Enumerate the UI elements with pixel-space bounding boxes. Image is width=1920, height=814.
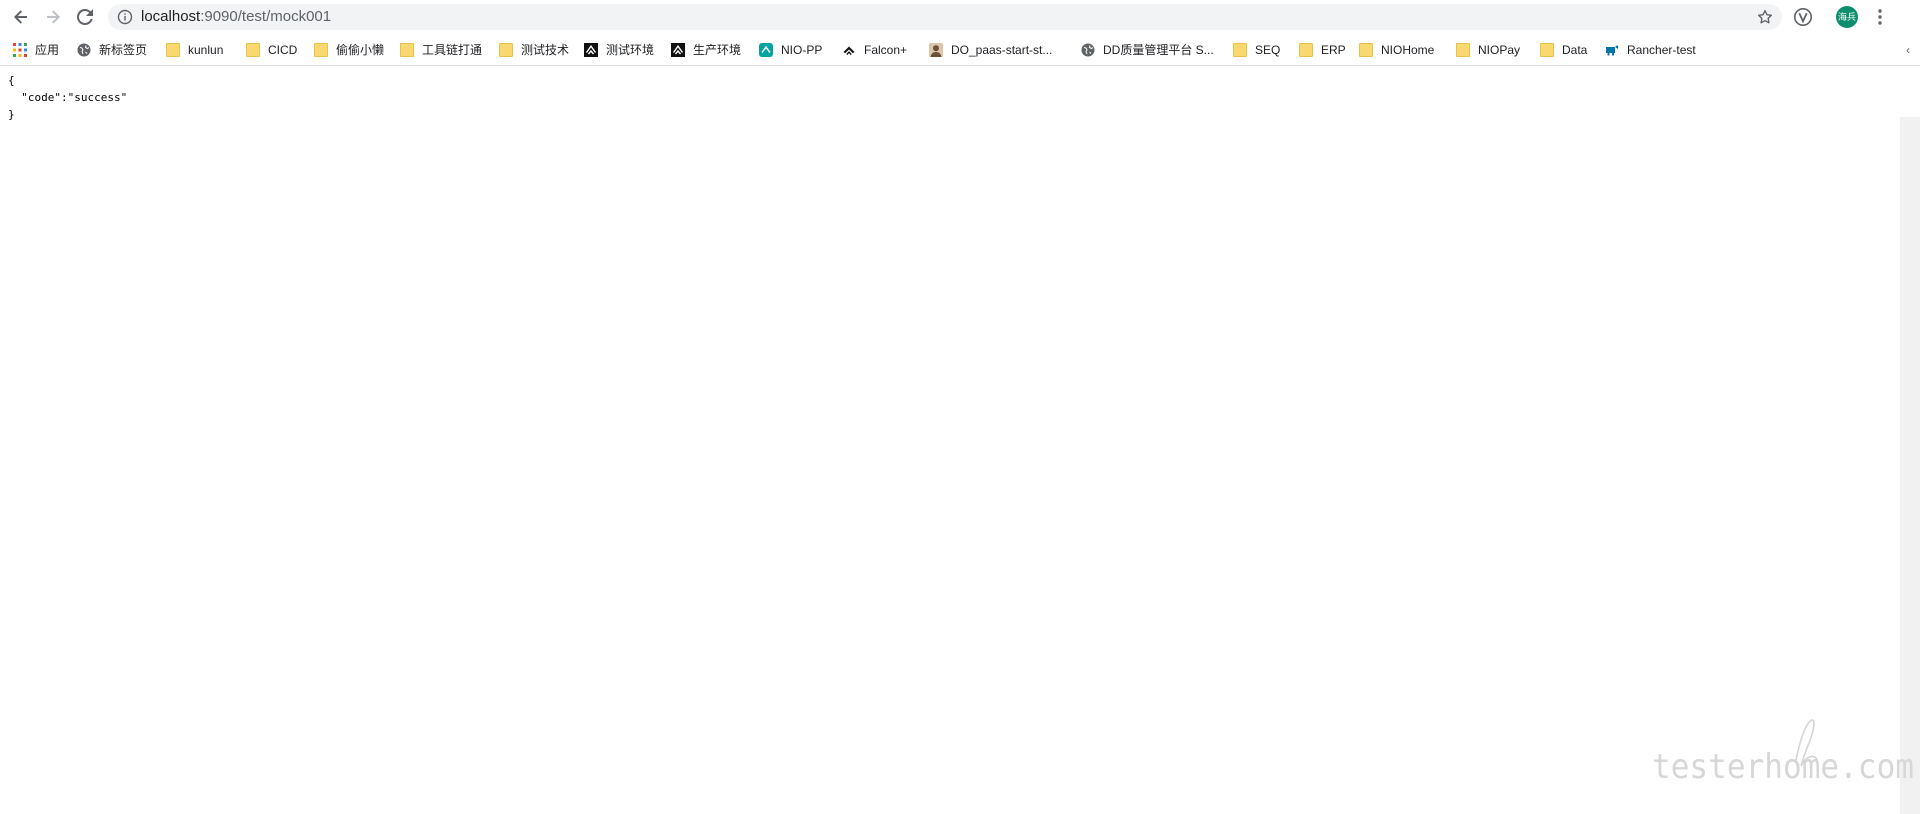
back-button[interactable] (9, 5, 33, 29)
reload-button[interactable] (73, 5, 97, 29)
arrow-right-icon (47, 10, 60, 24)
watermark-text: testerhome.com (1652, 747, 1914, 787)
apps-grid-icon (13, 42, 27, 57)
forward-button[interactable] (41, 5, 65, 29)
bookmark-new-tab[interactable]: 新标签页 (77, 39, 147, 60)
bookmark-prod-env[interactable]: 生产环境 (671, 39, 741, 60)
bookmark-test-env[interactable]: 测试环境 (584, 39, 654, 60)
bookmark-folder-seq[interactable]: SEQ (1233, 39, 1280, 60)
bookmark-do-paas[interactable]: DO_paas-start-st... (929, 39, 1052, 60)
more-vert-icon[interactable] (1872, 7, 1888, 27)
bookmark-label: DD质量管理平台 S... (1103, 43, 1214, 57)
bookmark-label: 生产环境 (693, 43, 742, 57)
profile-avatar[interactable]: 海兵 (1836, 6, 1858, 28)
bookmark-folder-test-tech[interactable]: 测试技术 (499, 39, 569, 60)
bookmark-label: Falcon+ (864, 42, 908, 57)
avatar-portrait-icon (929, 42, 943, 57)
bookmark-label: ERP (1321, 42, 1346, 57)
bookmark-folder-data[interactable]: Data (1540, 39, 1587, 60)
bookmark-folder-toutou[interactable]: 偷偷小懒 (314, 39, 384, 60)
bookmark-label: NIOHome (1381, 42, 1435, 57)
bookmark-label: CICD (268, 42, 298, 57)
bookmark-folder-kunlun[interactable]: kunlun (166, 39, 223, 60)
bookmark-folder-toolchain[interactable]: 工具链打通 (400, 39, 482, 60)
bookmark-label: kunlun (188, 42, 224, 57)
bookmark-label: 偷偷小懒 (336, 43, 385, 57)
folder-icon (1456, 42, 1470, 57)
url-path: :9090/test/mock001 (200, 8, 332, 25)
bookmark-label: NIOPay (1478, 42, 1521, 57)
bookmarks-overflow-chevron-icon[interactable]: ‹ (1906, 41, 1920, 59)
bookmark-label: Rancher-test (1627, 42, 1696, 57)
nio-logo-icon (671, 42, 685, 57)
bookmark-falcon[interactable]: Falcon+ (842, 39, 907, 60)
address-bar[interactable]: localhost:9090/test/mock001 (108, 4, 1782, 30)
bookmark-rancher-test[interactable]: Rancher-test (1605, 39, 1696, 60)
bookmark-folder-cicd[interactable]: CICD (246, 39, 297, 60)
url-text[interactable]: localhost:9090/test/mock001 (141, 4, 331, 30)
bookmark-folder-niopay[interactable]: NIOPay (1456, 39, 1520, 60)
vimium-extension-icon[interactable] (1793, 7, 1813, 27)
json-code-line: "code":"success" (8, 91, 128, 104)
nio-logo-icon (584, 42, 598, 57)
bookmark-folder-niohome[interactable]: NIOHome (1359, 39, 1434, 60)
bookmark-dd-quality[interactable]: DD质量管理平台 S... (1081, 39, 1214, 60)
folder-icon (246, 42, 260, 57)
folder-icon (1233, 42, 1247, 57)
url-host: localhost (141, 8, 201, 25)
globe-icon (77, 43, 91, 56)
bookmark-star-icon[interactable] (1756, 8, 1774, 26)
nio-pp-icon (759, 42, 773, 57)
folder-icon (499, 42, 513, 57)
testerhome-watermark: testerhome.com (1652, 719, 1914, 787)
json-close-brace: } (8, 108, 15, 121)
json-response: { "code":"success" } (8, 72, 127, 123)
bookmark-nio-pp[interactable]: NIO-PP (759, 39, 822, 60)
falcon-icon (843, 46, 855, 55)
bookmark-folder-erp[interactable]: ERP (1299, 39, 1346, 60)
folder-icon (1359, 42, 1373, 57)
bookmarks-bar: 应用 新标签页 kunlun CICD 偷偷小懒 工具链打通 测试技术 测试环境 (0, 34, 1920, 66)
bookmark-label: NIO-PP (781, 42, 823, 57)
bookmark-apps[interactable]: 应用 (13, 39, 59, 60)
bookmark-label: Data (1562, 42, 1588, 57)
vertical-scrollbar[interactable] (1900, 117, 1920, 814)
bookmark-label: 测试环境 (606, 43, 655, 57)
bookmark-label: DO_paas-start-st... (951, 42, 1053, 57)
bookmark-label: 应用 (35, 43, 60, 57)
browser-toolbar: localhost:9090/test/mock001 海兵 (0, 0, 1920, 34)
folder-icon (1299, 42, 1313, 57)
rancher-icon (1606, 44, 1618, 55)
bookmark-label: 新标签页 (99, 43, 148, 57)
json-open-brace: { (8, 74, 15, 87)
folder-icon (1540, 42, 1554, 57)
globe-icon (1081, 43, 1095, 56)
arrow-left-icon (14, 10, 27, 24)
info-icon[interactable] (117, 9, 133, 25)
folder-icon (314, 42, 328, 57)
folder-icon (400, 42, 414, 57)
bookmark-label: 工具链打通 (422, 43, 483, 57)
bookmark-label: 测试技术 (521, 43, 570, 57)
folder-icon (166, 42, 180, 57)
reload-icon (77, 9, 93, 25)
bookmark-label: SEQ (1255, 42, 1281, 57)
